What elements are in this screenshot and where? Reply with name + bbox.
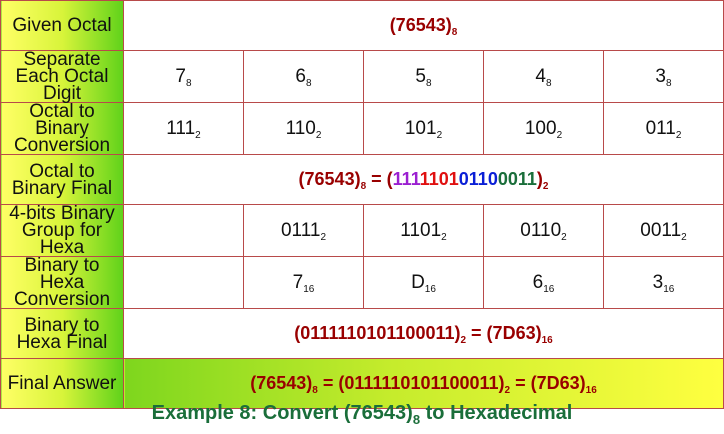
binary-group-cell: 11012 [363,204,484,257]
caption-base: 8 [412,412,421,427]
binary-base: 2 [556,129,563,141]
hex-digit: D [411,271,425,293]
hex-digit-cell: 716 [243,256,364,309]
octal-digit-base: 8 [426,77,432,89]
binary-group-cell: 01102 [483,204,604,257]
binary-group: 1101 [400,219,442,241]
octal-digit-base: 8 [306,77,312,89]
caption-post: to Hexadecimal [420,402,573,424]
fa-c: = (7D63) [510,372,586,393]
octal-to-binary-final-value: (76543)8 = (111110101100011)2 [123,154,724,205]
ob-group-1: 111 [392,168,420,189]
binary-group-base: 2 [441,231,447,243]
octal-digit-base: 8 [666,77,672,89]
ob-rhs-base: 2 [542,180,549,192]
row-final-answer: Final Answer (76543)8 = (011111010110001… [0,358,724,409]
binary-base: 2 [675,129,682,141]
hex-digit-cell: D16 [363,256,484,309]
binary-triplet-cell: 1012 [363,102,484,155]
hex-digit: 7 [292,271,304,293]
binary-triplet-cell: 1112 [123,102,244,155]
given-octal-value: (76543)8 [123,0,724,51]
row-given-octal: Given Octal (76543)8 [0,0,724,51]
octal-digit-cell: 68 [243,50,364,103]
binary-triplet-cell: 1002 [483,102,604,155]
hex-digit-cell: 316 [603,256,724,309]
label-4bit-groups: 4-bits Binary Group for Hexa [0,204,124,257]
row-4bit-groups: 4-bits Binary Group for Hexa 01112 11012… [0,204,724,257]
binary-group: 0111 [280,219,321,241]
octal-digit: 6 [295,65,306,87]
label-binary-to-hex: Binary to Hexa Conversion [0,256,124,309]
label-binary-to-hex-final: Binary to Hexa Final [0,308,124,359]
binary-triplet: 101 [404,117,437,139]
binary-group-cell: 01112 [243,204,364,257]
empty-cell [123,256,244,309]
hex-digit: 6 [532,271,544,293]
hex-digit-base: 16 [663,283,675,295]
octal-digit-base: 8 [546,77,552,89]
binary-triplet: 100 [524,117,557,139]
octal-digit: 5 [415,65,426,87]
ob-group-3: 0110 [458,168,498,189]
caption-pre: Example 8: Convert (76543) [151,402,413,424]
ob-group-2: 1101 [419,168,459,189]
hex-digit-base: 16 [424,283,436,295]
label-octal-to-binary-final: Octal to Binary Final [0,154,124,205]
binary-triplet: 111 [166,117,196,139]
binary-group-cell: 00112 [603,204,724,257]
bh-rhs: = (7D63) [466,322,542,343]
fa-c-base: 16 [585,384,597,396]
octal-digit-base: 8 [186,77,192,89]
ob-lhs: (76543) [298,168,361,189]
row-octal-to-binary-final: Octal to Binary Final (76543)8 = (111110… [0,154,724,205]
fa-b: = (0111110101100011) [317,372,505,393]
hex-digit-cell: 616 [483,256,604,309]
given-value: (76543) [389,14,452,35]
row-binary-to-hex-final: Binary to Hexa Final (0111110101100011)2… [0,308,724,359]
bh-rhs-base: 16 [541,334,553,346]
binary-triplet-cell: 0112 [603,102,724,155]
octal-digit-cell: 38 [603,50,724,103]
hex-digit: 3 [652,271,664,293]
label-octal-to-binary: Octal to Binary Conversion [0,102,124,155]
ob-group-4: 0011 [497,168,537,189]
binary-base: 2 [195,129,201,141]
binary-group-base: 2 [320,231,326,243]
hex-digit-base: 16 [543,283,555,295]
ob-eq: = ( [366,168,393,189]
example-caption: Example 8: Convert (76543)8 to Hexadecim… [0,402,724,427]
binary-to-hex-final-value: (0111110101100011)2 = (7D63)16 [123,308,724,359]
binary-base: 2 [315,129,322,141]
label-given-octal: Given Octal [0,0,124,51]
octal-digit-cell: 58 [363,50,484,103]
fa-a: (76543) [250,372,313,393]
bh-lhs: (0111110101100011) [294,322,461,343]
hex-digit-base: 16 [303,283,315,295]
row-octal-to-binary: Octal to Binary Conversion 1112 1102 101… [0,102,724,155]
row-separate-digits: Separate Each Octal Digit 78 68 58 48 38 [0,50,724,103]
binary-group: 0110 [520,219,562,241]
octal-digit-cell: 48 [483,50,604,103]
binary-triplet: 110 [285,117,316,139]
empty-cell [123,204,244,257]
given-base: 8 [451,26,458,38]
octal-digit-cell: 78 [123,50,244,103]
octal-digit: 3 [655,65,666,87]
binary-group-base: 2 [561,231,567,243]
binary-base: 2 [436,129,443,141]
label-final-answer: Final Answer [0,358,124,409]
binary-group: 0011 [640,219,682,241]
final-answer-value: (76543)8 = (0111110101100011)2 = (7D63)1… [123,358,724,409]
binary-group-base: 2 [681,231,687,243]
octal-digit: 4 [535,65,546,87]
binary-triplet-cell: 1102 [243,102,364,155]
binary-triplet: 011 [645,117,676,139]
label-separate-digits: Separate Each Octal Digit [0,50,124,103]
octal-digit: 7 [175,65,186,87]
octal-to-hex-table: Given Octal (76543)8 Separate Each Octal… [0,0,724,409]
row-binary-to-hex: Binary to Hexa Conversion 716 D16 616 31… [0,256,724,309]
